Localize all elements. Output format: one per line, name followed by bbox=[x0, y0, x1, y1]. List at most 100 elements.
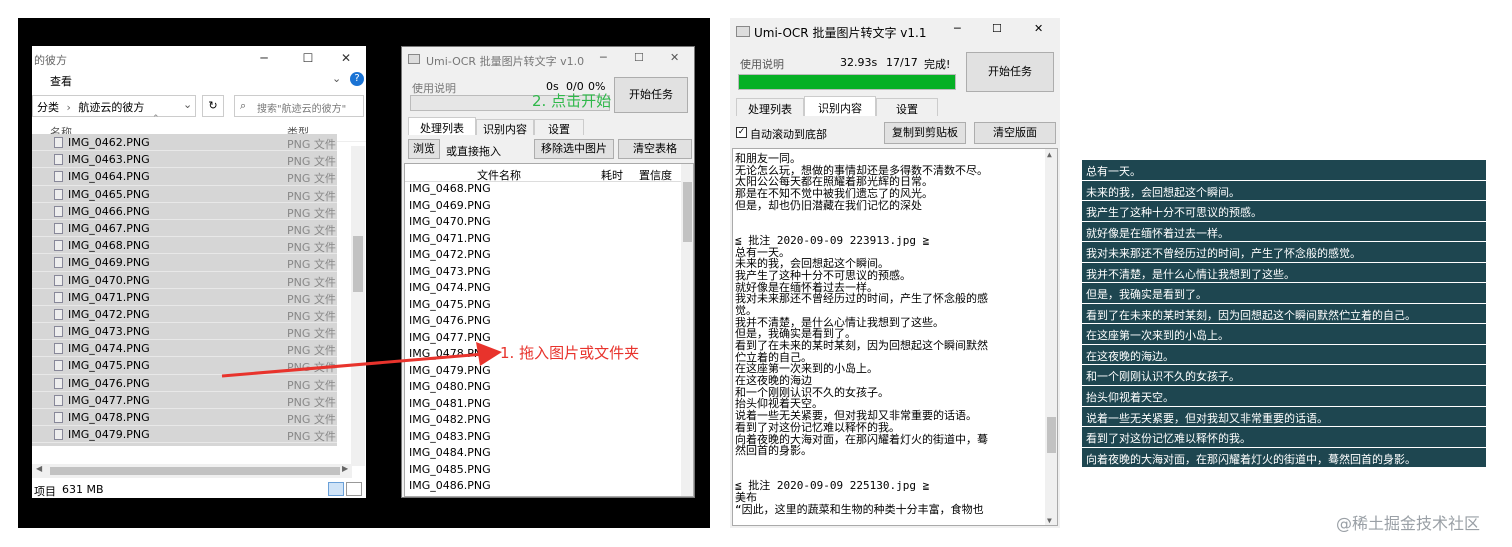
autoscroll-checkbox[interactable]: ✓ bbox=[736, 127, 747, 138]
clear-table-button[interactable]: 清空表格 bbox=[618, 139, 692, 159]
table-row[interactable]: IMG_0479.PNG PNG 文件 bbox=[32, 426, 337, 444]
list-item[interactable]: IMG_0484.PNG bbox=[405, 446, 693, 463]
tab-settings[interactable]: 设置 bbox=[876, 98, 938, 116]
usage-link[interactable]: 使用说明 bbox=[740, 56, 784, 72]
col-confidence[interactable]: 置信度 bbox=[639, 167, 672, 183]
table-row[interactable]: IMG_0478.PNG PNG 文件 bbox=[32, 409, 337, 427]
file-type: PNG 文件 bbox=[287, 292, 336, 306]
textbox-scrollbar[interactable]: ▲ ▼ bbox=[1045, 149, 1057, 525]
tab-process-list[interactable]: 处理列表 bbox=[736, 98, 804, 116]
list-item[interactable]: IMG_0473.PNG bbox=[405, 265, 693, 282]
address-dropdown-icon[interactable]: ⌄ bbox=[183, 98, 192, 111]
list-item[interactable]: IMG_0483.PNG bbox=[405, 430, 693, 447]
large-icons-view-icon[interactable] bbox=[346, 482, 362, 496]
details-view-icon[interactable] bbox=[328, 482, 344, 496]
table-row[interactable]: IMG_0471.PNG PNG 文件 bbox=[32, 288, 337, 306]
scroll-right-icon[interactable]: ▶ bbox=[342, 464, 348, 473]
address-bar[interactable]: 分类 › 航迹云的彼方 ⌄ bbox=[32, 95, 196, 117]
col-time[interactable]: 耗时 bbox=[601, 167, 623, 183]
list-item[interactable]: IMG_0468.PNG bbox=[405, 182, 693, 199]
file-type: PNG 文件 bbox=[287, 275, 336, 289]
chevron-down-icon[interactable]: ⌄ bbox=[332, 72, 341, 85]
copy-to-clipboard-button[interactable]: 复制到剪贴板 bbox=[884, 122, 966, 144]
minimize-icon[interactable]: ─ bbox=[600, 51, 607, 64]
file-explorer-window: 的彼方 ─ ☐ ✕ 查看 ⌄ ? 分类 › 航迹云的彼方 ⌄ ↻ ⌕ 搜索"航迹… bbox=[32, 46, 366, 498]
file-table-scrollbar[interactable] bbox=[681, 164, 693, 496]
scroll-left-icon[interactable]: ◀ bbox=[36, 464, 42, 473]
table-row[interactable]: IMG_0477.PNG PNG 文件 bbox=[32, 391, 337, 409]
file-name: IMG_0478.PNG bbox=[68, 411, 150, 424]
list-item[interactable]: IMG_0482.PNG bbox=[405, 413, 693, 430]
minimize-icon[interactable]: ─ bbox=[954, 22, 961, 35]
maximize-icon[interactable]: ☐ bbox=[992, 22, 1002, 35]
list-item[interactable]: IMG_0469.PNG bbox=[405, 199, 693, 216]
scroll-thumb[interactable] bbox=[683, 182, 692, 242]
ocr-result-textbox[interactable]: 和朋友一同。 无论怎么玩，想做的事情却还是多得数不清数不尽。 太阳公公每天都在照耀着… bbox=[732, 148, 1058, 526]
explorer-vertical-scrollbar[interactable] bbox=[351, 146, 365, 466]
table-row[interactable]: IMG_0472.PNG PNG 文件 bbox=[32, 305, 337, 324]
col-filename[interactable]: 文件名称 bbox=[477, 167, 521, 183]
file-table-header: 文件名称 耗时 置信度 bbox=[405, 164, 693, 182]
table-row[interactable]: IMG_0462.PNG PNG 文件 bbox=[32, 134, 337, 152]
list-item[interactable]: IMG_0485.PNG bbox=[405, 463, 693, 480]
search-input[interactable]: ⌕ 搜索"航迹云的彼方" bbox=[234, 95, 364, 117]
file-name: IMG_0474.PNG bbox=[68, 342, 150, 356]
close-icon[interactable]: ✕ bbox=[1034, 22, 1043, 35]
table-row[interactable]: IMG_0465.PNG PNG 文件 bbox=[32, 185, 337, 203]
start-task-button[interactable]: 开始任务 bbox=[614, 77, 688, 113]
list-item[interactable]: IMG_0472.PNG bbox=[405, 248, 693, 265]
ocr-text-line bbox=[735, 211, 1057, 223]
png-file-icon bbox=[54, 360, 63, 372]
list-item[interactable]: IMG_0474.PNG bbox=[405, 281, 693, 298]
search-icon: ⌕ bbox=[240, 99, 247, 112]
close-icon[interactable]: ✕ bbox=[670, 51, 679, 64]
start-task-button[interactable]: 开始任务 bbox=[966, 52, 1054, 92]
minimize-icon[interactable]: ─ bbox=[256, 50, 272, 66]
arrow-shaft bbox=[221, 352, 485, 378]
browse-button[interactable]: 浏览 bbox=[408, 139, 440, 159]
hscroll-thumb[interactable] bbox=[50, 467, 340, 475]
scroll-down-icon[interactable]: ▼ bbox=[1047, 515, 1052, 525]
list-item[interactable]: IMG_0476.PNG bbox=[405, 314, 693, 331]
maximize-icon[interactable]: ☐ bbox=[300, 50, 316, 66]
clear-panel-button[interactable]: 清空版面 bbox=[974, 122, 1056, 144]
list-item[interactable]: IMG_0470.PNG bbox=[405, 215, 693, 232]
tab-process-list[interactable]: 处理列表 bbox=[408, 117, 476, 135]
list-item[interactable]: IMG_0481.PNG bbox=[405, 397, 693, 414]
table-row[interactable]: IMG_0480.PNG PNG 文件 bbox=[32, 443, 337, 446]
refresh-icon[interactable]: ↻ bbox=[202, 95, 224, 117]
tab-settings[interactable]: 设置 bbox=[534, 119, 584, 136]
file-name: IMG_0462.PNG bbox=[68, 136, 150, 149]
list-item[interactable]: IMG_0475.PNG bbox=[405, 298, 693, 315]
result-line: 说着一些无关紧要，但对我却又非常重要的话语。 bbox=[1082, 406, 1486, 428]
file-type: PNG 文件 bbox=[287, 206, 336, 220]
explorer-file-list: IMG_0462.PNG PNG 文件 IMG_0463.PNG PNG 文件 IMG_… bbox=[32, 134, 366, 446]
breadcrumb-prefix[interactable]: 分类 bbox=[37, 101, 59, 114]
help-icon[interactable]: ? bbox=[350, 72, 364, 86]
list-item[interactable]: IMG_0486.PNG bbox=[405, 479, 693, 496]
table-row[interactable]: IMG_0470.PNG PNG 文件 bbox=[32, 271, 337, 289]
table-row[interactable]: IMG_0467.PNG PNG 文件 bbox=[32, 219, 337, 238]
explorer-horizontal-scrollbar[interactable]: ◀ ▶ bbox=[32, 464, 352, 478]
ocr-text-line: 觉。 bbox=[735, 303, 757, 317]
usage-link[interactable]: 使用说明 bbox=[412, 80, 456, 96]
breadcrumb-current[interactable]: 航迹云的彼方 bbox=[78, 101, 144, 114]
file-name: IMG_0467.PNG bbox=[68, 221, 150, 235]
autoscroll-label[interactable]: 自动滚动到底部 bbox=[750, 126, 827, 142]
table-row[interactable]: IMG_0469.PNG PNG 文件 bbox=[32, 254, 337, 272]
table-row[interactable]: IMG_0464.PNG PNG 文件 bbox=[32, 168, 337, 186]
tab-ocr-content[interactable]: 识别内容 bbox=[804, 96, 876, 116]
table-row[interactable]: IMG_0463.PNG PNG 文件 bbox=[32, 151, 337, 169]
scroll-thumb[interactable] bbox=[353, 236, 363, 292]
remove-selected-button[interactable]: 移除选中图片 bbox=[534, 139, 614, 159]
maximize-icon[interactable]: ☐ bbox=[634, 51, 644, 64]
close-icon[interactable]: ✕ bbox=[338, 50, 354, 66]
table-row[interactable]: IMG_0468.PNG PNG 文件 bbox=[32, 237, 337, 255]
menu-view[interactable]: 查看 bbox=[50, 73, 72, 89]
tab-ocr-content[interactable]: 识别内容 bbox=[476, 119, 534, 136]
scroll-up-icon[interactable]: ▲ bbox=[1047, 149, 1052, 161]
result-line: 我并不清楚，是什么心情让我想到了这些。 bbox=[1082, 262, 1486, 284]
scroll-thumb[interactable] bbox=[1047, 417, 1056, 453]
table-row[interactable]: IMG_0466.PNG PNG 文件 bbox=[32, 202, 337, 220]
list-item[interactable]: IMG_0471.PNG bbox=[405, 232, 693, 249]
